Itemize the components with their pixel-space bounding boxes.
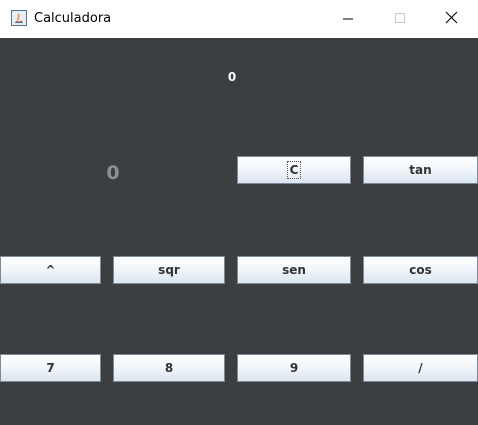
maximize-button[interactable]	[374, 0, 426, 38]
sqr-button[interactable]: sqr	[113, 256, 225, 284]
title-bar[interactable]: Calculadora	[0, 0, 478, 38]
window-title: Calculadora	[34, 11, 112, 26]
cos-button[interactable]: cos	[363, 256, 478, 284]
close-button[interactable]	[426, 0, 478, 38]
clear-button[interactable]: C	[237, 156, 351, 184]
sen-button[interactable]: sen	[237, 256, 351, 284]
digit-8-button[interactable]: 8	[113, 354, 225, 382]
power-button[interactable]: ^	[0, 256, 101, 284]
digit-7-button[interactable]: 7	[0, 354, 101, 382]
close-icon	[445, 11, 458, 24]
result-display: 0	[106, 162, 120, 184]
divide-button[interactable]: /	[363, 354, 478, 382]
maximize-icon	[395, 13, 405, 23]
digit-9-button[interactable]: 9	[237, 354, 351, 382]
calculator-panel: 0 0 C tan ^ sqr sen cos 7 8 9 /	[0, 38, 478, 425]
minimize-button[interactable]	[322, 0, 374, 38]
expression-display: 0	[227, 70, 237, 84]
tan-button[interactable]: tan	[363, 156, 478, 184]
minimize-icon	[343, 18, 353, 20]
clear-button-label: C	[286, 161, 302, 179]
java-app-icon	[11, 10, 27, 26]
